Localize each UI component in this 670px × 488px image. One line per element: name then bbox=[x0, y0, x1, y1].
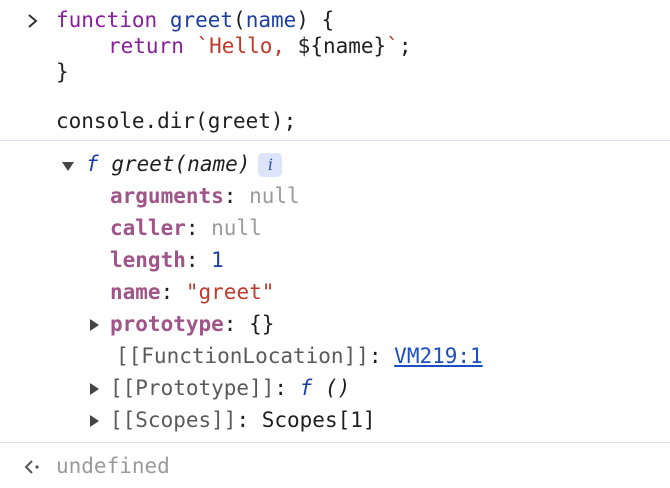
prop-value: null bbox=[211, 216, 262, 240]
devtools-console: function greet(name) { return `Hello, ${… bbox=[0, 0, 670, 488]
source-location-link[interactable]: VM219:1 bbox=[394, 344, 483, 368]
code-line-4: console.dir(greet); bbox=[56, 109, 297, 133]
prop-name: name: "greet" bbox=[110, 279, 274, 305]
semicolon: ; bbox=[398, 34, 412, 58]
prop-key: caller bbox=[110, 216, 186, 240]
prop-arguments: arguments: null bbox=[110, 183, 300, 209]
internal-sep: : bbox=[274, 376, 300, 400]
separator-top bbox=[0, 140, 670, 141]
internal-key: [[Prototype]] bbox=[110, 376, 275, 400]
code-line-3: } bbox=[56, 60, 69, 84]
prop-value: "greet" bbox=[185, 280, 275, 304]
keyword-return: return bbox=[108, 34, 184, 58]
prop-key: name bbox=[110, 280, 161, 304]
prop-key: arguments bbox=[110, 184, 224, 208]
info-badge-icon[interactable]: i bbox=[258, 153, 283, 177]
expand-triangle-right-icon[interactable] bbox=[86, 413, 102, 429]
internal-key: [[Scopes]] bbox=[110, 408, 237, 432]
internal-sep: : bbox=[368, 344, 395, 368]
template-literal-start: `Hello, bbox=[196, 34, 298, 58]
separator-bottom bbox=[0, 442, 670, 443]
prop-value: null bbox=[249, 184, 300, 208]
function-signature: greet(name) bbox=[111, 152, 251, 176]
prop-length: length: 1 bbox=[110, 247, 224, 273]
result-return-arrow-icon bbox=[24, 460, 39, 474]
open-paren: ( bbox=[233, 8, 246, 32]
expand-triangle-down-icon[interactable] bbox=[60, 158, 76, 174]
function-f-symbol: f bbox=[299, 376, 313, 400]
param-name: name bbox=[245, 8, 297, 32]
expand-triangle-right-icon[interactable] bbox=[86, 317, 102, 333]
function-name: greet bbox=[169, 8, 234, 32]
close-brace-open: ) { bbox=[296, 8, 335, 32]
template-expression: ${name} bbox=[297, 34, 387, 58]
function-f-symbol: f bbox=[86, 152, 99, 176]
internal-value: Scopes[1] bbox=[261, 408, 376, 432]
expand-triangle-right-icon[interactable] bbox=[86, 381, 102, 397]
template-literal-end: ` bbox=[386, 34, 399, 58]
prop-sep: : bbox=[160, 280, 186, 304]
code-line-1: function greet(name) { bbox=[56, 7, 334, 33]
function-object-header[interactable]: f greet(name) i bbox=[86, 151, 283, 177]
prop-prototype[interactable]: prototype: {} bbox=[110, 311, 274, 337]
internal-prototype[interactable]: [[Prototype]]: f () bbox=[110, 375, 350, 401]
prop-value: 1 bbox=[211, 248, 224, 272]
internal-value: () bbox=[312, 376, 351, 400]
code-line-2: return `Hello, ${name}`; bbox=[108, 33, 412, 59]
prop-caller: caller: null bbox=[110, 215, 262, 241]
input-prompt-chevron-icon bbox=[28, 14, 38, 28]
prop-key: length bbox=[110, 248, 186, 272]
prop-key: prototype bbox=[110, 312, 224, 336]
prop-sep: : bbox=[223, 312, 250, 336]
internal-scopes[interactable]: [[Scopes]]: Scopes[1] bbox=[110, 407, 376, 433]
keyword-function: function bbox=[56, 8, 158, 32]
prop-sep: : bbox=[185, 216, 212, 240]
prop-sep: : bbox=[223, 184, 250, 208]
internal-sep: : bbox=[236, 408, 262, 432]
internal-key: [[FunctionLocation]] bbox=[116, 344, 369, 368]
internal-function-location: [[FunctionLocation]]: VM219:1 bbox=[116, 343, 483, 369]
prop-sep: : bbox=[185, 248, 212, 272]
result-value: undefined bbox=[56, 454, 170, 478]
prop-value: {} bbox=[249, 312, 275, 336]
